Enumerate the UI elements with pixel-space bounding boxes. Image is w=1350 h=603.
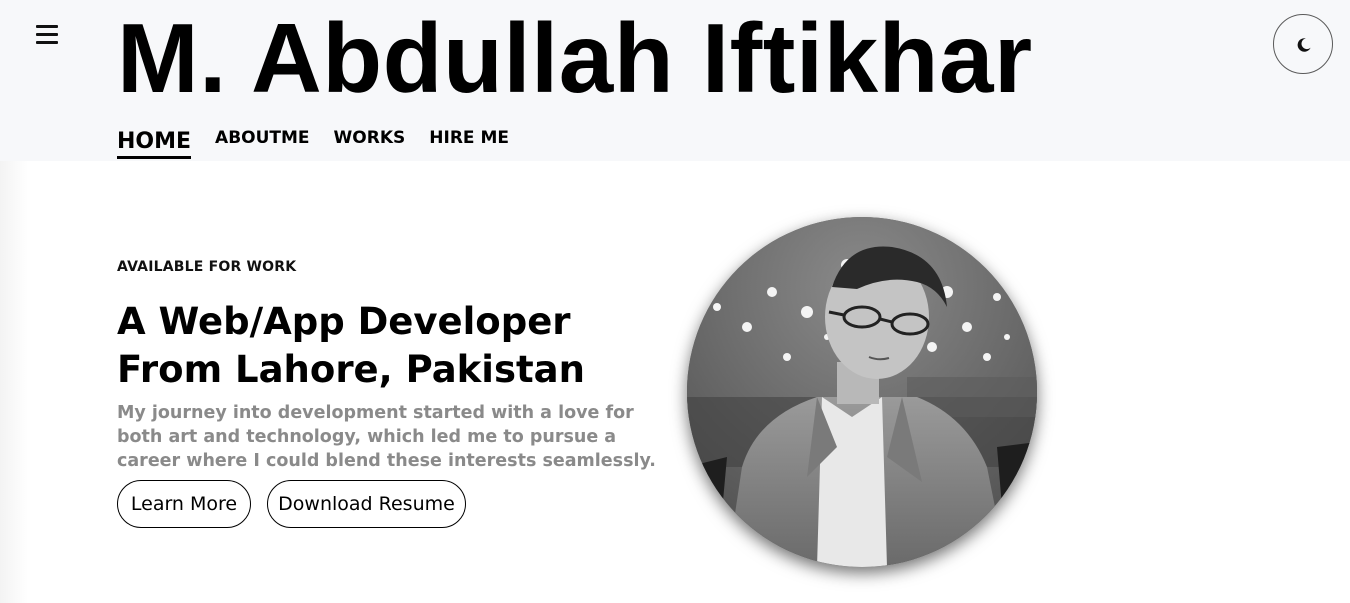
hero-description: My journey into development started with… [117, 403, 656, 471]
theme-toggle-button[interactable] [1273, 14, 1333, 74]
nav-item-hire-me[interactable]: HIRE ME [429, 126, 509, 159]
main-nav: HOME ABOUTME WORKS HIRE ME [117, 126, 533, 159]
download-resume-button[interactable]: Download Resume [267, 480, 466, 528]
nav-item-works[interactable]: WORKS [334, 126, 406, 159]
nav-item-home[interactable]: HOME [117, 128, 192, 159]
profile-photo-illustration [687, 217, 1037, 567]
availability-label: AVAILABLE FOR WORK [117, 259, 297, 275]
site-header: M. Abdullah Iftikhar HOME ABOUTME WORKS … [0, 0, 1350, 161]
hamburger-menu-icon[interactable] [34, 22, 60, 48]
nav-item-aboutme[interactable]: ABOUTME [215, 126, 310, 159]
profile-photo [687, 217, 1037, 567]
learn-more-button[interactable]: Learn More [117, 480, 251, 528]
left-edge-shade [0, 161, 28, 603]
hero-headline: A Web/App Developer From Lahore, Pakista… [117, 300, 585, 391]
site-title: M. Abdullah Iftikhar [117, 3, 1033, 113]
moon-icon [1297, 38, 1311, 52]
